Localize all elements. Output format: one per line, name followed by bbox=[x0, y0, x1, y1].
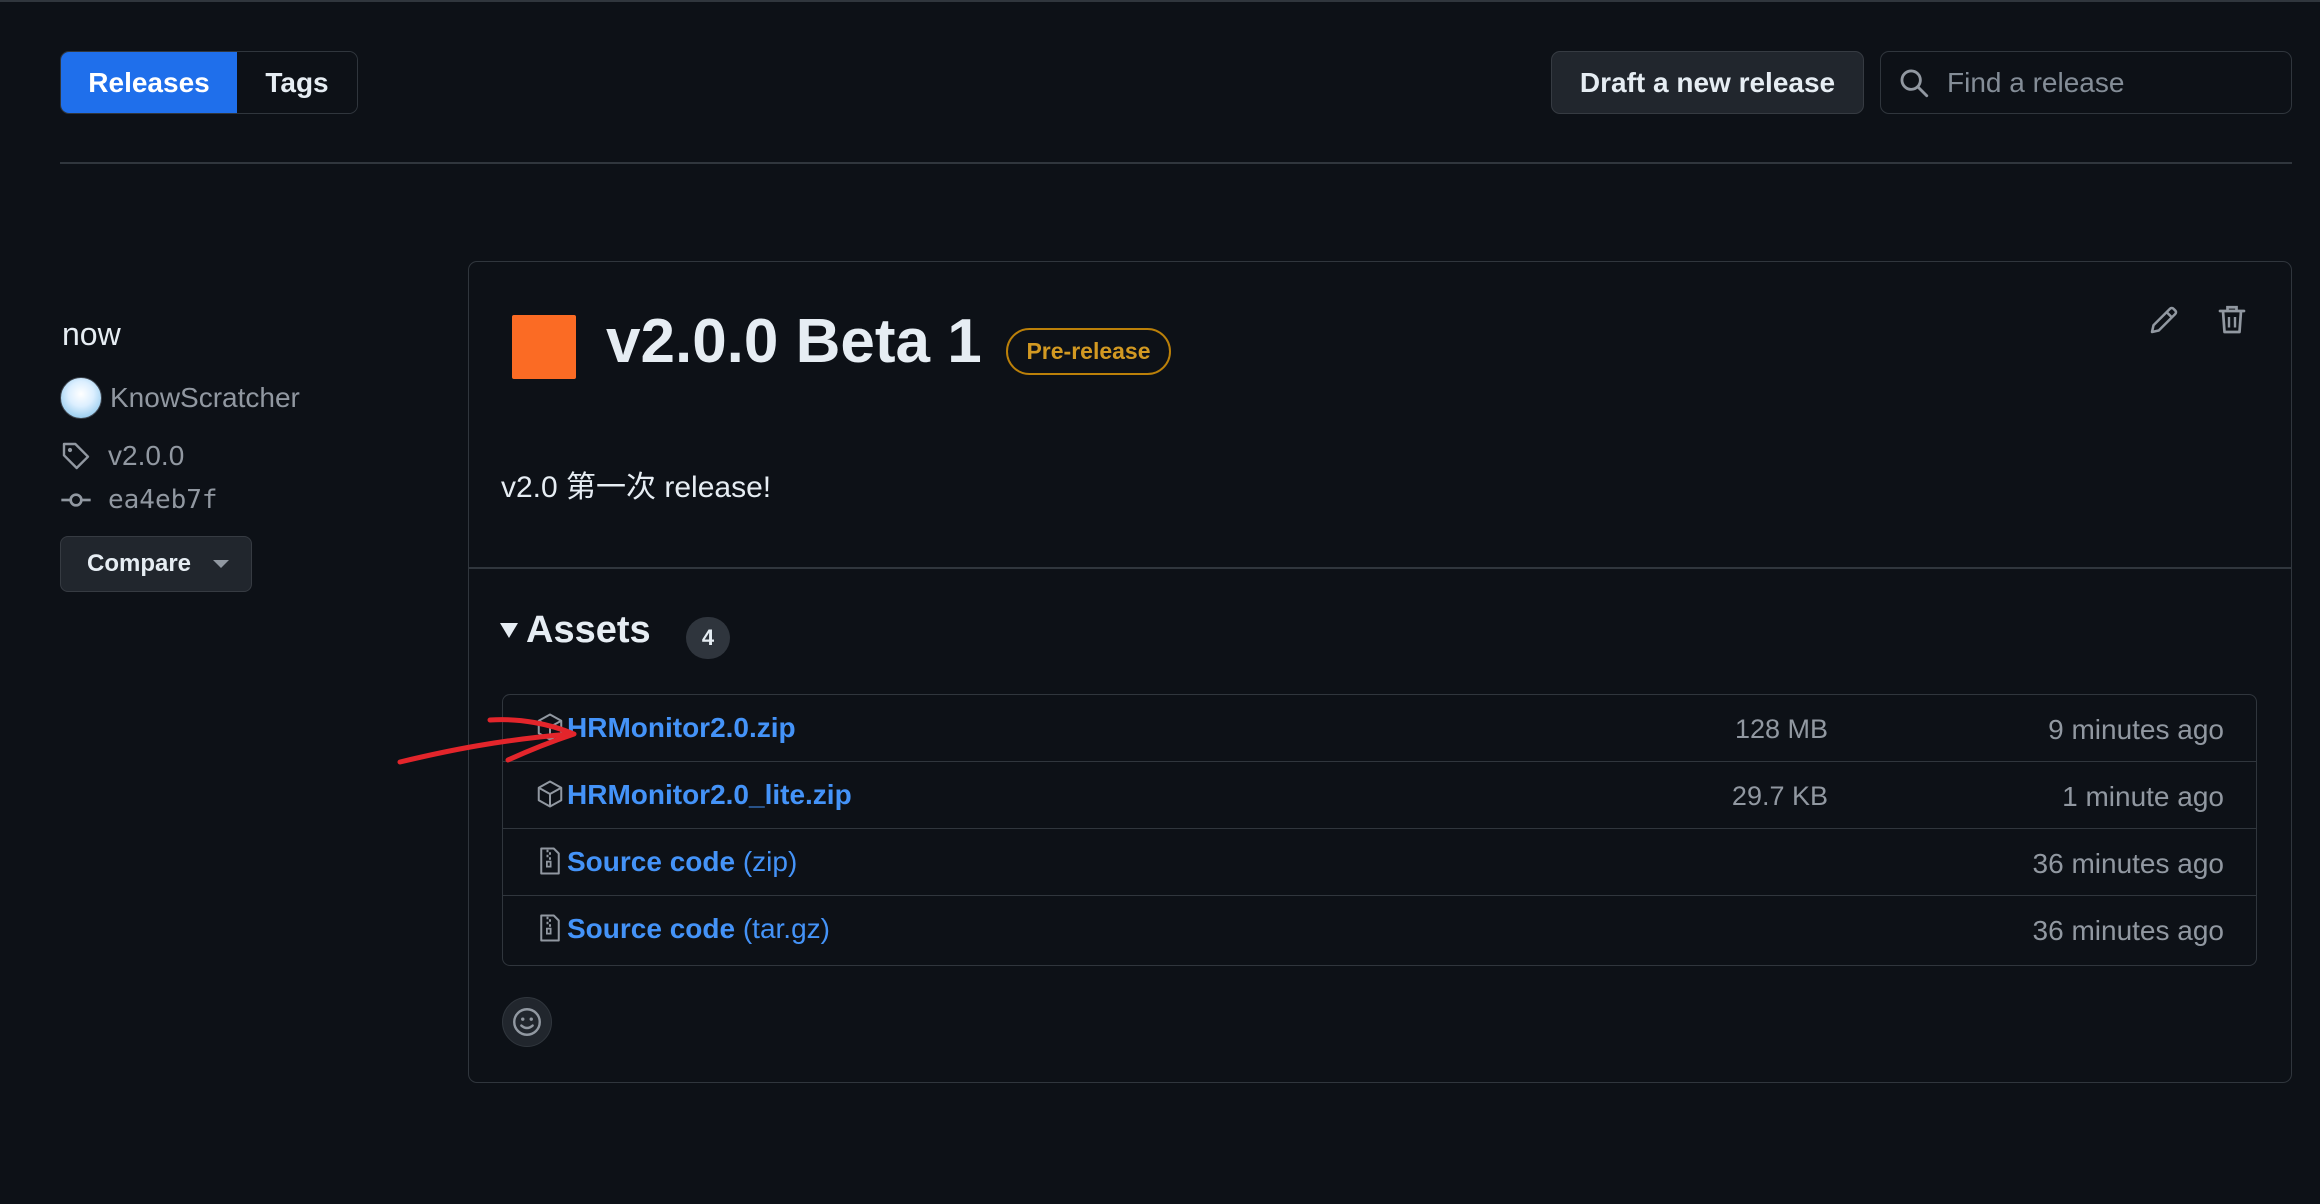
asset-time: 36 minutes ago bbox=[2032, 915, 2224, 946]
asset-row: HRMonitor2.0.zip 128 MB 9 minutes ago bbox=[503, 695, 2256, 762]
asset-row: Source code (tar.gz) 36 minutes ago bbox=[503, 896, 2256, 963]
asset-row: HRMonitor2.0_lite.zip 29.7 KB 1 minute a… bbox=[503, 762, 2256, 829]
asset-time: 36 minutes ago bbox=[2032, 848, 2224, 879]
release-time: now bbox=[62, 316, 121, 352]
trash-icon[interactable] bbox=[2214, 302, 2250, 338]
asset-row: Source code (zip) 36 minutes ago bbox=[503, 829, 2256, 896]
tag-label[interactable]: v2.0.0 bbox=[108, 440, 184, 472]
triangle-down-icon bbox=[500, 623, 518, 638]
pencil-icon[interactable] bbox=[2146, 302, 2182, 338]
compare-button[interactable]: Compare bbox=[60, 536, 252, 592]
compare-label: Compare bbox=[87, 550, 192, 577]
asset-link[interactable]: Source code (zip) bbox=[567, 846, 797, 878]
asset-link[interactable]: HRMonitor2.0.zip bbox=[567, 712, 796, 744]
asset-time: 9 minutes ago bbox=[2048, 714, 2224, 745]
asset-link[interactable]: Source code (tar.gz) bbox=[567, 913, 830, 945]
release-notes: v2.0 第一次 release! bbox=[501, 471, 772, 504]
card-divider bbox=[469, 567, 2291, 569]
asset-size: 128 MB bbox=[1734, 714, 1828, 744]
asset-time: 1 minute ago bbox=[2062, 781, 2224, 812]
tag-icon bbox=[62, 442, 90, 470]
assets-toggle[interactable]: Assets bbox=[500, 609, 651, 652]
author-name[interactable]: KnowScratcher bbox=[110, 382, 300, 414]
tab-tags[interactable]: Tags bbox=[237, 52, 357, 113]
search-input[interactable] bbox=[1945, 65, 2269, 100]
draft-new-release-button[interactable]: Draft a new release bbox=[1551, 51, 1864, 114]
package-icon bbox=[537, 780, 563, 808]
avatar[interactable] bbox=[60, 377, 102, 419]
release-title[interactable]: v2.0.0 Beta 1 bbox=[606, 306, 982, 377]
search-icon bbox=[1900, 69, 1929, 97]
package-icon bbox=[537, 713, 563, 741]
tab-releases[interactable]: Releases bbox=[61, 52, 237, 113]
commit-hash[interactable]: ea4eb7f bbox=[108, 485, 218, 515]
assets-title: Assets bbox=[526, 609, 651, 651]
add-reaction-button[interactable] bbox=[502, 997, 552, 1047]
release-square-icon bbox=[512, 315, 576, 379]
asset-size: 29.7 KB bbox=[1731, 781, 1828, 811]
file-zip-icon bbox=[540, 847, 560, 875]
releases-tags-switch: Releases Tags bbox=[60, 51, 358, 114]
smiley-icon bbox=[513, 1008, 541, 1036]
assets-list: HRMonitor2.0.zip 128 MB 9 minutes ago HR… bbox=[502, 694, 2257, 966]
release-tag[interactable]: v2.0.0 bbox=[60, 440, 184, 472]
assets-count-badge: 4 bbox=[686, 617, 730, 659]
git-commit-icon bbox=[61, 493, 91, 507]
prerelease-badge: Pre-release bbox=[1006, 328, 1171, 375]
find-release-search[interactable] bbox=[1880, 51, 2292, 114]
header-divider bbox=[60, 162, 2292, 164]
release-author[interactable]: KnowScratcher bbox=[60, 377, 300, 419]
asset-link[interactable]: HRMonitor2.0_lite.zip bbox=[567, 779, 852, 811]
chevron-down-icon bbox=[213, 560, 230, 568]
release-commit[interactable]: ea4eb7f bbox=[60, 484, 218, 516]
top-border bbox=[0, 0, 2320, 2]
file-zip-icon bbox=[540, 914, 560, 942]
